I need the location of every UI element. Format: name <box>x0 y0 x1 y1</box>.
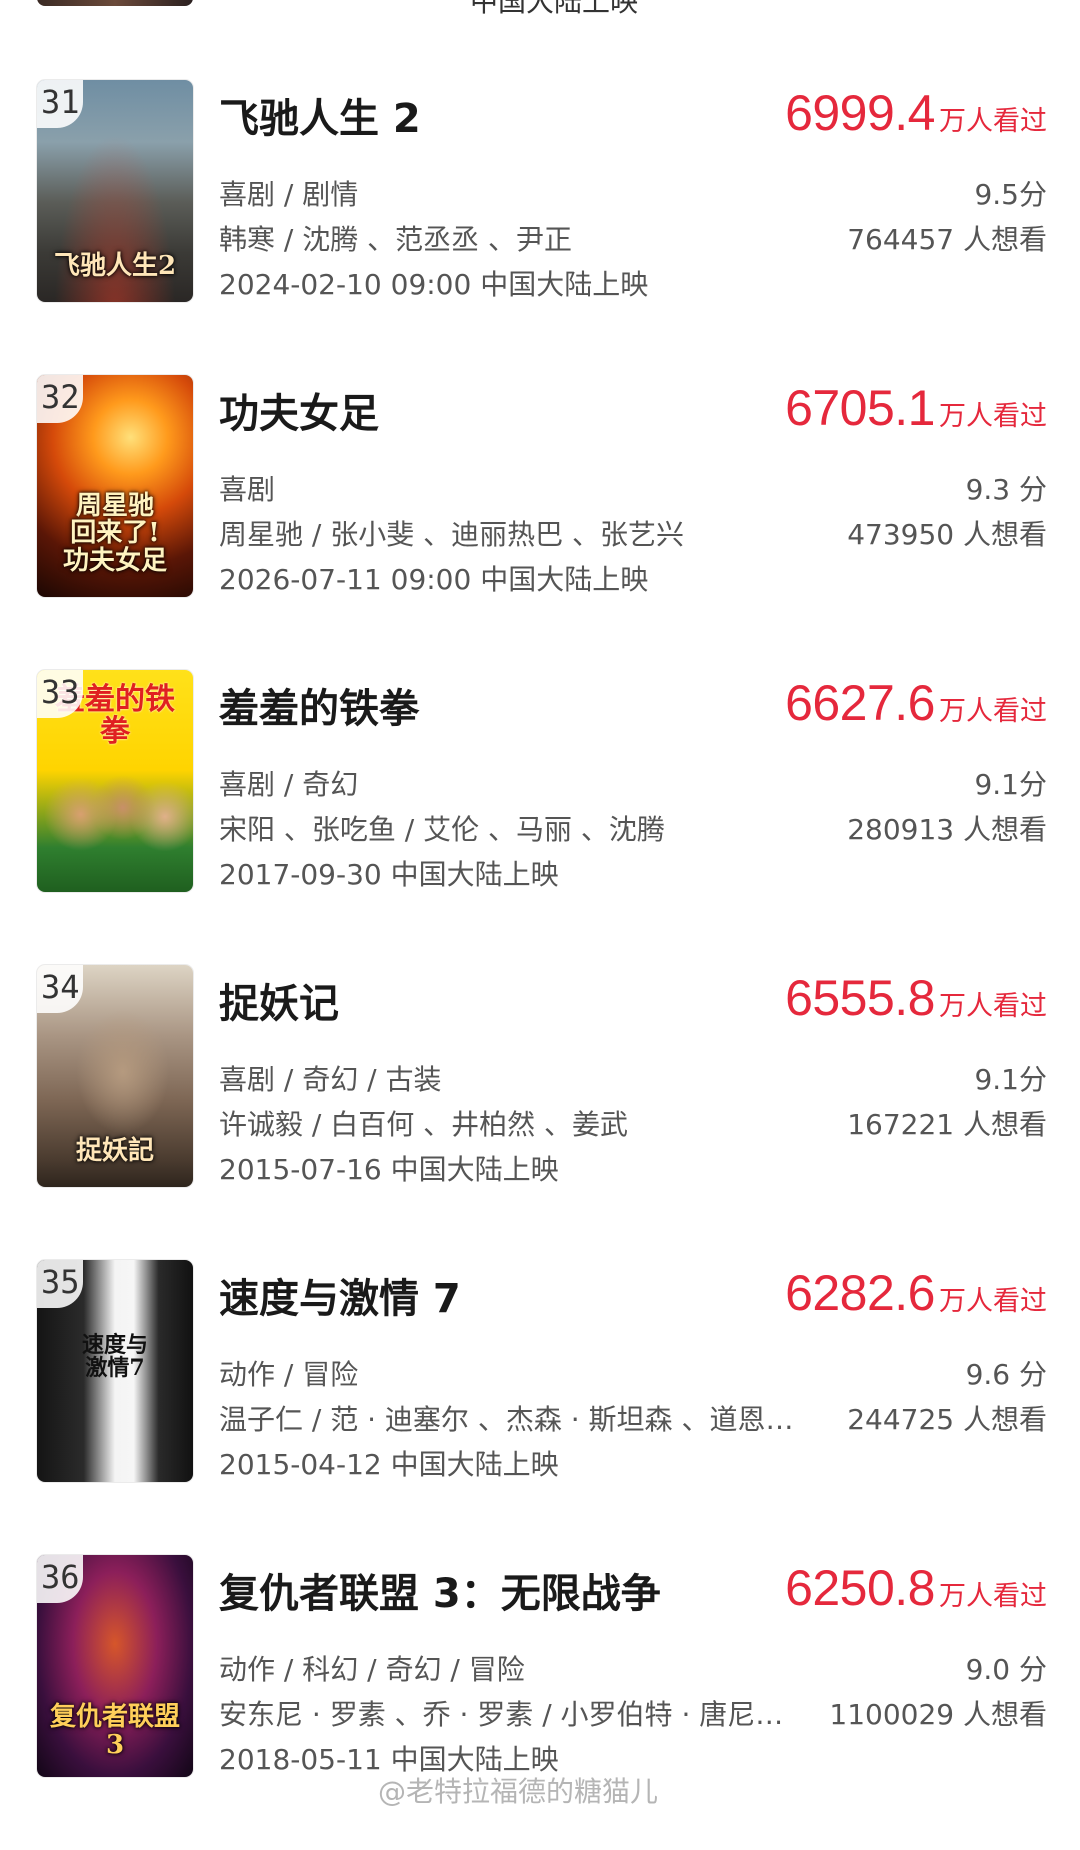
movie-item[interactable]: 周星驰 回来了! 功夫女足 32 功夫女足 6705.1 万人看过 喜剧 周星驰 … <box>0 375 1080 670</box>
viewed-count: 6705.1 万人看过 <box>785 379 1047 437</box>
viewed-count: 6627.6 万人看过 <box>785 674 1047 732</box>
movie-poster[interactable]: 捉妖記 34 <box>37 965 193 1187</box>
viewed-count: 6999.4 万人看过 <box>785 84 1047 142</box>
movie-poster[interactable]: 羞羞的铁拳 33 <box>37 670 193 892</box>
movie-score: 9.1分 <box>974 1063 1047 1096</box>
poster-title-art: 飞驰人生2 <box>53 250 177 281</box>
want-to-see-count: 764457 人想看 <box>847 223 1047 256</box>
viewed-count-unit: 万人看过 <box>939 991 1047 1022</box>
want-to-see-count: 280913 人想看 <box>847 813 1047 846</box>
rank-badge: 36 <box>37 1555 83 1603</box>
movie-genre: 喜剧 / 奇幻 <box>219 768 359 801</box>
viewed-count-unit: 万人看过 <box>939 106 1047 137</box>
movie-release: 2015-04-12 中国大陆上映 <box>219 1448 559 1481</box>
poster-title-art: 捉妖記 <box>75 1135 154 1166</box>
movie-poster[interactable]: 速度与 激情7 35 <box>37 1260 193 1482</box>
viewed-count: 6555.8 万人看过 <box>785 969 1047 1027</box>
movie-cast: 宋阳 、张吃鱼 / 艾伦 、马丽 、沈腾 <box>219 813 665 846</box>
previous-release-text: 中国大陆上映 <box>470 0 639 18</box>
movie-ranking-list: 飞驰人生2 31 飞驰人生 2 6999.4 万人看过 喜剧 / 剧情 韩寒 / … <box>0 80 1080 1850</box>
poster-title-art: 复仇者联盟3 <box>49 1702 180 1760</box>
movie-title[interactable]: 功夫女足 <box>219 381 379 439</box>
movie-release: 2026-07-11 09:00 中国大陆上映 <box>219 563 649 596</box>
movie-title[interactable]: 复仇者联盟 3：无限战争 <box>219 1561 661 1619</box>
previous-poster-edge <box>37 0 193 6</box>
movie-score: 9.1分 <box>974 768 1047 801</box>
viewed-count-unit: 万人看过 <box>939 401 1047 432</box>
viewed-count-unit: 万人看过 <box>939 696 1047 727</box>
rank-badge: 34 <box>37 965 83 1013</box>
movie-genre: 喜剧 / 奇幻 / 古装 <box>219 1063 442 1096</box>
movie-cast: 安东尼 · 罗素 、乔 · 罗素 / 小罗伯特 · 唐尼… <box>219 1698 784 1731</box>
movie-item[interactable]: 速度与 激情7 35 速度与激情 7 6282.6 万人看过 动作 / 冒险 温子… <box>0 1260 1080 1555</box>
movie-release: 2024-02-10 09:00 中国大陆上映 <box>219 268 649 301</box>
viewed-count-number: 6627.6 <box>785 675 935 731</box>
movie-cast: 周星驰 / 张小斐 、迪丽热巴 、张艺兴 <box>219 518 685 551</box>
movie-genre: 喜剧 <box>219 473 276 506</box>
movie-item[interactable]: 飞驰人生2 31 飞驰人生 2 6999.4 万人看过 喜剧 / 剧情 韩寒 / … <box>0 80 1080 375</box>
movie-item[interactable]: 羞羞的铁拳 33 羞羞的铁拳 6627.6 万人看过 喜剧 / 奇幻 宋阳 、张吃… <box>0 670 1080 965</box>
viewed-count-number: 6250.8 <box>785 1560 935 1616</box>
movie-cast: 韩寒 / 沈腾 、范丞丞 、尹正 <box>219 223 573 256</box>
movie-score: 9.3 分 <box>965 473 1047 506</box>
rank-badge: 32 <box>37 375 83 423</box>
movie-poster[interactable]: 飞驰人生2 31 <box>37 80 193 302</box>
want-to-see-count: 244725 人想看 <box>847 1403 1047 1436</box>
poster-title-art: 周星驰 回来了! 功夫女足 <box>62 491 167 576</box>
movie-release: 2017-09-30 中国大陆上映 <box>219 858 559 891</box>
movie-title[interactable]: 捉妖记 <box>219 971 339 1029</box>
want-to-see-count: 473950 人想看 <box>847 518 1047 551</box>
movie-genre: 喜剧 / 剧情 <box>219 178 359 211</box>
movie-release: 2015-07-16 中国大陆上映 <box>219 1153 559 1186</box>
viewed-count-unit: 万人看过 <box>939 1286 1047 1317</box>
rank-badge: 33 <box>37 670 83 718</box>
viewed-count-number: 6999.4 <box>785 85 935 141</box>
viewed-count-number: 6282.6 <box>785 1265 935 1321</box>
viewed-count-unit: 万人看过 <box>939 1581 1047 1612</box>
poster-title-art: 速度与 激情7 <box>81 1332 148 1382</box>
movie-cast: 温子仁 / 范 · 迪塞尔 、杰森 · 斯坦森 、道恩… <box>219 1403 794 1436</box>
movie-poster[interactable]: 周星驰 回来了! 功夫女足 32 <box>37 375 193 597</box>
movie-score: 9.0 分 <box>965 1653 1047 1686</box>
movie-genre: 动作 / 科幻 / 奇幻 / 冒险 <box>219 1653 525 1686</box>
viewed-count: 6282.6 万人看过 <box>785 1264 1047 1322</box>
previous-item-remnant: 中国大陆上映 <box>0 0 1080 30</box>
viewed-count: 6250.8 万人看过 <box>785 1559 1047 1617</box>
watermark: @老特拉福德的糖猫儿 <box>378 1775 659 1808</box>
rank-badge: 35 <box>37 1260 83 1308</box>
movie-title[interactable]: 羞羞的铁拳 <box>219 676 419 734</box>
movie-cast: 许诚毅 / 白百何 、井柏然 、姜武 <box>219 1108 629 1141</box>
want-to-see-count: 167221 人想看 <box>847 1108 1047 1141</box>
movie-title[interactable]: 速度与激情 7 <box>219 1266 461 1324</box>
movie-poster[interactable]: 复仇者联盟3 36 <box>37 1555 193 1777</box>
movie-item[interactable]: 捉妖記 34 捉妖记 6555.8 万人看过 喜剧 / 奇幻 / 古装 许诚毅 /… <box>0 965 1080 1260</box>
movie-score: 9.5分 <box>974 178 1047 211</box>
viewed-count-number: 6705.1 <box>785 380 935 436</box>
viewed-count-number: 6555.8 <box>785 970 935 1026</box>
want-to-see-count: 1100029 人想看 <box>829 1698 1047 1731</box>
movie-score: 9.6 分 <box>965 1358 1047 1391</box>
movie-genre: 动作 / 冒险 <box>219 1358 359 1391</box>
movie-title[interactable]: 飞驰人生 2 <box>219 86 421 144</box>
rank-badge: 31 <box>37 80 83 128</box>
